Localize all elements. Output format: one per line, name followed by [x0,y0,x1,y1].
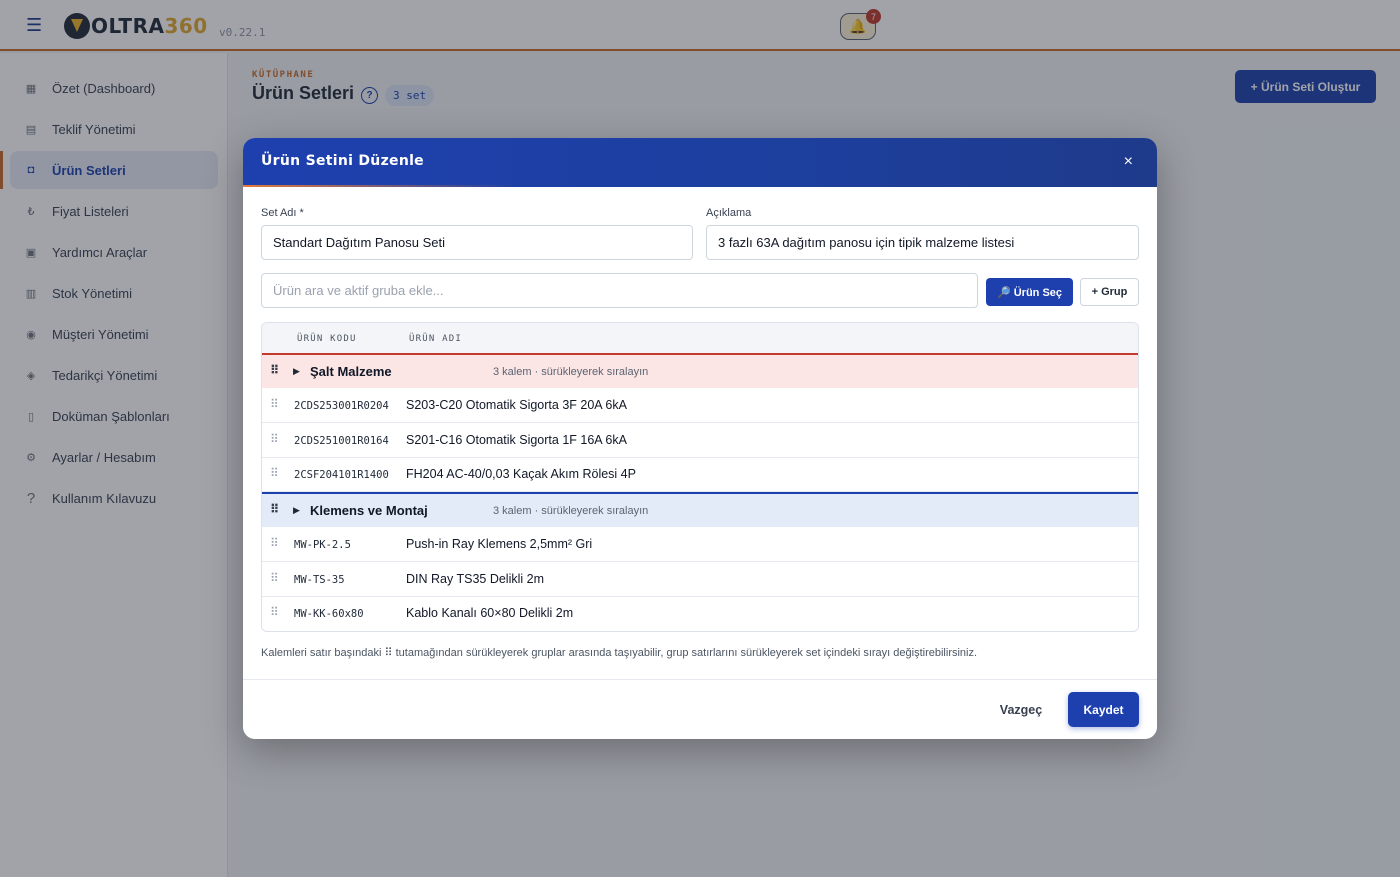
table-row[interactable]: ⠿ 2CDS253001R0204 S203-C20 Otomatik Sigo… [262,388,1139,423]
drag-handle-icon[interactable]: ⠿ [270,432,279,446]
group-row[interactable]: ⠿ ▶ Klemens ve Montaj 3 kalem · sürükley… [262,492,1138,527]
product-code: 2CDS253001R0204 [294,400,389,412]
drag-handle-icon[interactable]: ⠿ [270,466,279,480]
column-divider [1138,562,1139,597]
table-header: ÜRÜN KODU ÜRÜN ADI [262,323,1138,354]
product-code: MW-TS-35 [294,574,345,586]
product-code: MW-PK-2.5 [294,539,351,551]
product-search-input[interactable]: Ürün ara ve aktif gruba ekle... [261,273,978,308]
footer-divider [243,679,1157,680]
column-divider [1138,388,1139,423]
description-label: Açıklama [706,207,752,219]
drag-handle-icon[interactable]: ⠿ [270,571,279,585]
column-header-name: ÜRÜN ADI [409,334,462,344]
modal-title: Ürün Setini Düzenle [261,153,424,169]
column-divider [1138,457,1139,492]
caret-right-icon[interactable]: ▶ [293,505,300,516]
cancel-button[interactable]: Vazgeç [986,693,1056,726]
set-name-label: Set Adı * [261,207,304,219]
group-row[interactable]: ⠿ ▶ Şalt Malzeme 3 kalem · sürükleyerek … [262,353,1138,388]
caret-right-icon[interactable]: ▶ [293,366,300,377]
table-row[interactable]: ⠿ 2CDS251001R0164 S201-C16 Otomatik Sigo… [262,423,1139,458]
product-code: MW-KK-60x80 [294,608,364,620]
column-divider [1138,423,1139,458]
select-product-button[interactable]: 🔎 Ürün Seç [986,278,1073,306]
drag-handle-icon[interactable]: ⠿ [270,502,279,516]
table-row[interactable]: ⠿ 2CSF204101R1400 FH204 AC-40/0,03 Kaçak… [262,457,1139,492]
group-meta: 3 kalem · sürükleyerek sıralayın [493,505,649,517]
product-name: FH204 AC-40/0,03 Kaçak Akım Rölesi 4P [406,467,636,481]
drag-handle-icon[interactable]: ⠿ [270,363,279,377]
column-divider [1138,596,1139,631]
product-name: S201-C16 Otomatik Sigorta 1F 16A 6kA [406,433,627,447]
group-name: Şalt Malzeme [310,364,392,379]
set-name-input[interactable]: Standart Dağıtım Panosu Seti [261,225,693,260]
column-header-code: ÜRÜN KODU [297,334,357,344]
close-icon[interactable]: × [1124,152,1133,172]
table-row[interactable]: ⠿ MW-PK-2.5 Push-in Ray Klemens 2,5mm² G… [262,527,1139,562]
edit-product-set-modal: Ürün Setini Düzenle × Set Adı * Standart… [243,138,1157,739]
drag-handle-icon[interactable]: ⠿ [270,536,279,550]
product-code: 2CDS251001R0164 [294,435,389,447]
modal-header: Ürün Setini Düzenle × [243,138,1157,187]
product-name: S203-C20 Otomatik Sigorta 3F 20A 6kA [406,398,627,412]
drag-handle-icon[interactable]: ⠿ [270,397,279,411]
drag-handle-icon[interactable]: ⠿ [270,605,279,619]
table-row[interactable]: ⠿ MW-TS-35 DIN Ray TS35 Delikli 2m [262,562,1139,597]
product-set-table: ÜRÜN KODU ÜRÜN ADI ⠿ ▶ Şalt Malzeme 3 ka… [261,322,1139,632]
product-name: DIN Ray TS35 Delikli 2m [406,572,545,586]
table-row[interactable]: ⠿ MW-KK-60x80 Kablo Kanalı 60×80 Delikli… [262,596,1139,631]
product-code: 2CSF204101R1400 [294,469,389,481]
product-name: Push-in Ray Klemens 2,5mm² Gri [406,537,593,551]
group-name: Klemens ve Montaj [310,503,428,518]
description-input[interactable]: 3 fazlı 63A dağıtım panosu için tipik ma… [706,225,1139,260]
save-button[interactable]: Kaydet [1068,692,1139,727]
add-group-button[interactable]: + Grup [1080,278,1139,306]
column-divider [1138,527,1139,562]
group-meta: 3 kalem · sürükleyerek sıralayın [493,366,649,378]
product-name: Kablo Kanalı 60×80 Delikli 2m [406,606,574,620]
drag-hint-text: Kalemleri satır başındaki ⠿ tutamağından… [261,647,978,659]
